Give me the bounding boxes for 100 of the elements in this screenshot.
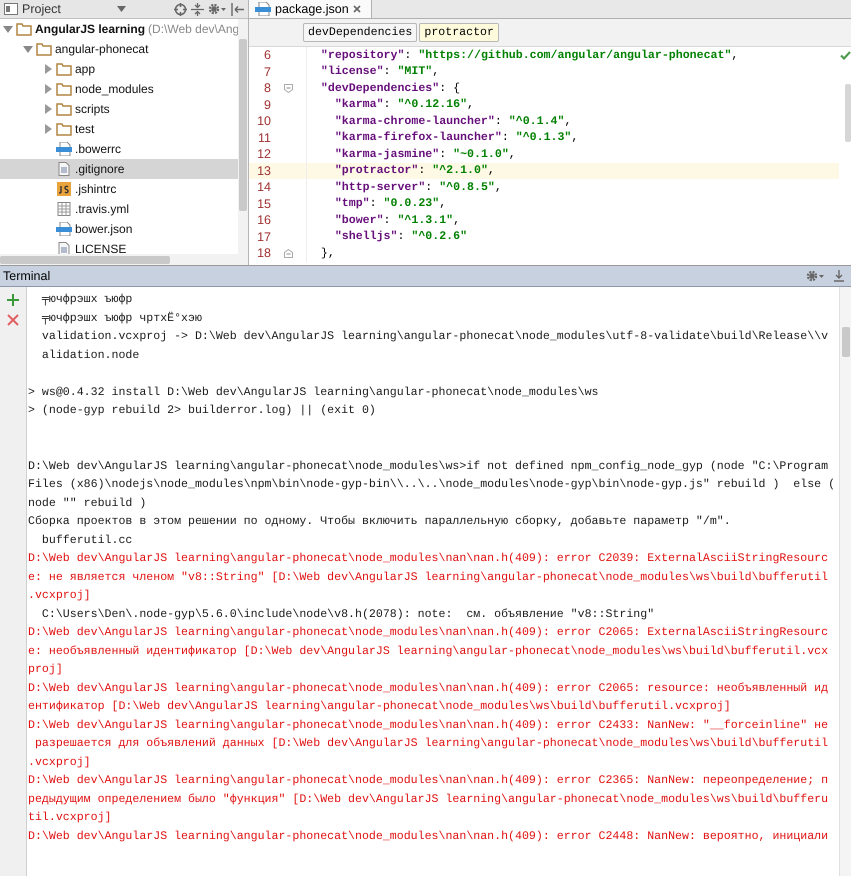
- error-output-line: D:\Web dev\AngularJS learning\angular-phonecat\node_modules\nan\nan.h(409): error C2448: NanNew: вероятно, инициали: [28, 828, 830, 844]
- code-text: "devDependencies": {: [320, 82, 462, 95]
- tree-item-label: .travis.yml: [75, 202, 129, 216]
- line-number: 7: [264, 64, 271, 79]
- tree-item[interactable]: test: [0, 119, 238, 139]
- code-text: "karma-jasmine": "~0.1.0",: [334, 148, 517, 161]
- expanded-arrow-icon[interactable]: [23, 44, 33, 54]
- breadcrumb[interactable]: devDependencies: [303, 23, 418, 42]
- line-number: 18: [257, 246, 271, 260]
- code-text: "tmp": "0.0.23",: [334, 197, 448, 210]
- folder-icon: [16, 22, 32, 36]
- settings-icon[interactable]: [208, 3, 227, 15]
- collapsed-arrow-icon[interactable]: [43, 104, 53, 114]
- text-file-icon: [56, 162, 72, 176]
- collapsed-arrow-icon[interactable]: [43, 64, 53, 74]
- tree-item-label: angular-phonecat: [55, 42, 148, 56]
- line-number: 13: [257, 164, 271, 178]
- code-text: "license": "MIT",: [320, 65, 440, 78]
- collapse-all-icon[interactable]: [191, 2, 204, 16]
- scrollbar-thumb[interactable]: [0, 256, 170, 264]
- folder-icon: [56, 122, 72, 136]
- error-output-line: разрешается для объявлений данных [D:\Web dev\AngularJS learning\angular-phonecat\node_modules\ws\build\bufferutil: [34, 736, 830, 752]
- line-number: 11: [258, 130, 271, 145]
- output-line: > (node-gyp rebuild 2> builderror.log) || (exit 0): [28, 403, 377, 419]
- error-output-line: ентификатор [D:\Web dev\AngularJS learning\angular-phonecat\node_modules\ws\build\bufferutil.vcxproj]: [28, 699, 732, 715]
- code-text: "karma-chrome-launcher": "^0.1.4",: [334, 114, 572, 128]
- tree-item[interactable]: bower.json: [0, 219, 238, 239]
- code-text: "karma": "^0.12.16",: [334, 98, 475, 112]
- line-number: 9: [264, 98, 271, 112]
- error-output-line: редыдущим определением было "функция" [D:\Web dev\AngularJS learning\angular-phonecat\node_modules\ws\build\bufferu: [28, 792, 830, 808]
- error-output-line: D:\Web dev\AngularJS learning\angular-phonecat\node_modules\nan\nan.h(409): error C2365: NanNew: переопределение; п: [28, 773, 830, 789]
- scrollbar-thumb[interactable]: [842, 327, 850, 357]
- scrollbar-thumb[interactable]: [845, 84, 851, 142]
- code-text: "protractor": "^2.1.0",: [334, 164, 496, 178]
- tree-item[interactable]: .bowerrc: [0, 139, 238, 159]
- fold-marker-icon[interactable]: [284, 248, 293, 258]
- output-line: ╤ючфрэшх ъюфр чртхЁ°хэю: [40, 310, 203, 326]
- code-text: "http-server": "^0.8.5",: [334, 180, 503, 194]
- tree-item[interactable]: angular-phonecat: [0, 39, 238, 59]
- output-line: ╤ючфрэшх ъюфр: [40, 292, 134, 308]
- tree-item-label: LICENSE: [75, 242, 126, 254]
- folder-icon: [56, 62, 72, 76]
- table-file-icon: [56, 202, 72, 216]
- json-file-icon: [56, 222, 72, 236]
- error-output-line: D:\Web dev\AngularJS learning\angular-phonecat\node_modules\nan\nan.h(409): error C2065: resource: необъявленный ид: [28, 680, 830, 696]
- folder-icon: [36, 42, 52, 56]
- tree-item[interactable]: .travis.yml: [0, 199, 238, 219]
- output-line: Files (x86)\nodejs\node_modules\npm\bin\node-gyp-bin\\..\..\node_modules\node-gyp\bin\node-gyp.js" rebuild ) else (: [28, 477, 836, 493]
- crosshair-icon[interactable]: [174, 2, 187, 16]
- error-output-line: D:\Web dev\AngularJS learning\angular-phonecat\node_modules\nan\nan.h(409): error C2065: ExternalAsciiStringResourc: [28, 625, 830, 641]
- output-line: C:\Users\Den\.node-gyp\5.6.0\include\node\v8.h(2078): note: см. объявление "v8::String": [40, 606, 656, 622]
- code-text: "karma-firefox-launcher": "^0.1.3",: [334, 131, 580, 144]
- tree-item-label: .bowerrc: [75, 142, 122, 156]
- tab-label: package.json: [275, 2, 349, 16]
- editor-tab[interactable]: package.json: [249, 0, 372, 18]
- error-output-line: .vcxproj]: [28, 754, 92, 770]
- breadcrumb[interactable]: protractor: [419, 23, 499, 42]
- close-icon[interactable]: [7, 314, 19, 326]
- output-line: > ws@0.4.32 install D:\Web dev\AngularJS learning\angular-phonecat\node_modules\ws: [28, 384, 600, 400]
- panel-title[interactable]: Project: [22, 2, 61, 16]
- error-output-line: e: необъявленный идентификатор [D:\Web dev\AngularJS learning\angular-phonecat\node_modules\ws\build\bufferutil.vcx: [28, 644, 830, 660]
- plus-icon[interactable]: [7, 294, 19, 306]
- tree-item-label: app: [75, 62, 96, 76]
- tree-item[interactable]: .gitignore: [0, 159, 238, 179]
- code-text: "bower": "^1.3.1",: [334, 214, 462, 227]
- error-output-line: D:\Web dev\AngularJS learning\angular-phonecat\node_modules\nan\nan.h(409): error C2433: NanNew: "__forceinline" не: [28, 718, 830, 734]
- tree-item[interactable]: scripts: [0, 99, 238, 119]
- fold-marker-icon[interactable]: [284, 84, 293, 93]
- code-text: },: [320, 246, 336, 260]
- settings-icon[interactable]: [806, 270, 825, 282]
- hide-panel-icon[interactable]: [833, 270, 845, 282]
- close-icon[interactable]: [352, 5, 361, 13]
- tree-item[interactable]: node_modules: [0, 79, 238, 99]
- line-number: 8: [264, 81, 271, 96]
- output-line: bufferutil.cc: [40, 532, 134, 548]
- collapsed-arrow-icon[interactable]: [43, 84, 53, 94]
- error-output-line: proj]: [28, 662, 64, 678]
- check-icon: [840, 51, 850, 60]
- error-output-line: D:\Web dev\AngularJS learning\angular-phonecat\node_modules\nan\nan.h(409): error C2039: ExternalAsciiStringResourc: [28, 551, 830, 567]
- tree-item-label: .gitignore: [75, 162, 124, 176]
- collapsed-arrow-icon[interactable]: [43, 124, 53, 134]
- scrollbar-thumb[interactable]: [239, 39, 247, 211]
- tree-item[interactable]: app: [0, 59, 238, 79]
- line-number: 16: [257, 213, 271, 228]
- error-output-line: til.vcxproj]: [28, 810, 112, 826]
- tree-item[interactable]: .jshintrc: [0, 179, 238, 199]
- tree-item-label: .jshintrc: [75, 182, 116, 196]
- tree-item-label: node_modules: [75, 82, 154, 96]
- code-text: "repository": "https://github.com/angular/angular-phonecat",: [320, 48, 740, 62]
- project-view-icon: [4, 3, 18, 15]
- panel-title: Terminal: [3, 269, 50, 283]
- expanded-arrow-icon[interactable]: [3, 24, 13, 34]
- line-number: 6: [264, 48, 271, 62]
- hide-panel-icon[interactable]: [231, 2, 244, 16]
- line-number: 17: [257, 230, 271, 244]
- json-file-icon: [255, 2, 271, 16]
- line-number: 15: [257, 196, 271, 211]
- line-number: 12: [257, 147, 271, 162]
- caret-icon[interactable]: [117, 6, 126, 12]
- code-text: "shelljs": "^0.2.6": [334, 230, 468, 244]
